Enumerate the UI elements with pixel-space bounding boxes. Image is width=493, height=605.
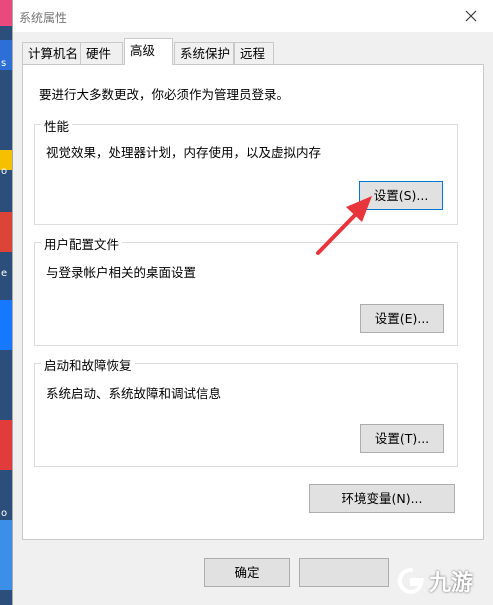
desktop-icon-strip: s o e o xyxy=(0,0,12,605)
system-properties-dialog: 系统属性 计算机名 硬件 高级 系统保护 远程 要进行大多数更改，你必须作为管理… xyxy=(12,0,493,605)
desktop-icon-label: s xyxy=(1,58,7,69)
environment-variables-button[interactable]: 环境变量(N)... xyxy=(309,484,455,513)
desktop-icon-label: o xyxy=(1,166,8,177)
user-profiles-settings-button[interactable]: 设置(E)... xyxy=(360,304,444,333)
performance-title: 性能 xyxy=(41,116,73,135)
admin-notice: 要进行大多数更改，你必须作为管理员登录。 xyxy=(39,87,290,102)
title-bar: 系统属性 xyxy=(13,0,493,32)
desktop-app-icon[interactable] xyxy=(0,0,12,26)
watermark-text: 九游 xyxy=(429,570,474,596)
performance-group: 性能 视觉效果，处理器计划，内存使用，以及虚拟内存 设置(S)... xyxy=(34,116,458,225)
desktop-app-icon[interactable] xyxy=(0,420,12,470)
tab-remote[interactable]: 远程 xyxy=(234,42,274,64)
tab-system-protection[interactable]: 系统保护 xyxy=(174,42,234,64)
window-title: 系统属性 xyxy=(19,11,68,25)
watermark-logo-icon xyxy=(397,568,424,595)
watermark: 九游 xyxy=(396,562,488,600)
user-profiles-description: 与登录帐户相关的桌面设置 xyxy=(46,265,197,280)
desktop-app-icon[interactable] xyxy=(0,300,12,350)
user-profiles-group: 用户配置文件 与登录帐户相关的桌面设置 设置(E)... xyxy=(34,234,458,346)
tab-computer-name[interactable]: 计算机名 xyxy=(22,42,81,64)
desktop-app-icon[interactable] xyxy=(0,520,12,590)
user-profiles-title: 用户配置文件 xyxy=(41,234,123,253)
tab-hardware[interactable]: 硬件 xyxy=(80,42,123,64)
close-icon xyxy=(465,10,477,22)
cancel-button[interactable] xyxy=(299,558,389,587)
performance-settings-button[interactable]: 设置(S)... xyxy=(359,181,443,210)
startup-recovery-group: 启动和故障恢复 系统启动、系统故障和调试信息 设置(T)... xyxy=(34,355,458,467)
startup-recovery-title: 启动和故障恢复 xyxy=(41,355,135,374)
performance-description: 视觉效果，处理器计划，内存使用，以及虚拟内存 xyxy=(46,145,322,160)
desktop-icon-label: e xyxy=(1,268,8,279)
tab-advanced[interactable]: 高级 xyxy=(124,38,173,65)
advanced-tab-panel: 要进行大多数更改，你必须作为管理员登录。 性能 视觉效果，处理器计划，内存使用，… xyxy=(22,64,484,540)
desktop-app-icon[interactable] xyxy=(0,212,12,252)
desktop-icon-label: o xyxy=(1,508,8,519)
startup-recovery-description: 系统启动、系统故障和调试信息 xyxy=(46,386,222,401)
startup-recovery-settings-button[interactable]: 设置(T)... xyxy=(360,424,444,453)
close-button[interactable] xyxy=(457,4,485,28)
ok-button[interactable]: 确定 xyxy=(204,558,290,587)
